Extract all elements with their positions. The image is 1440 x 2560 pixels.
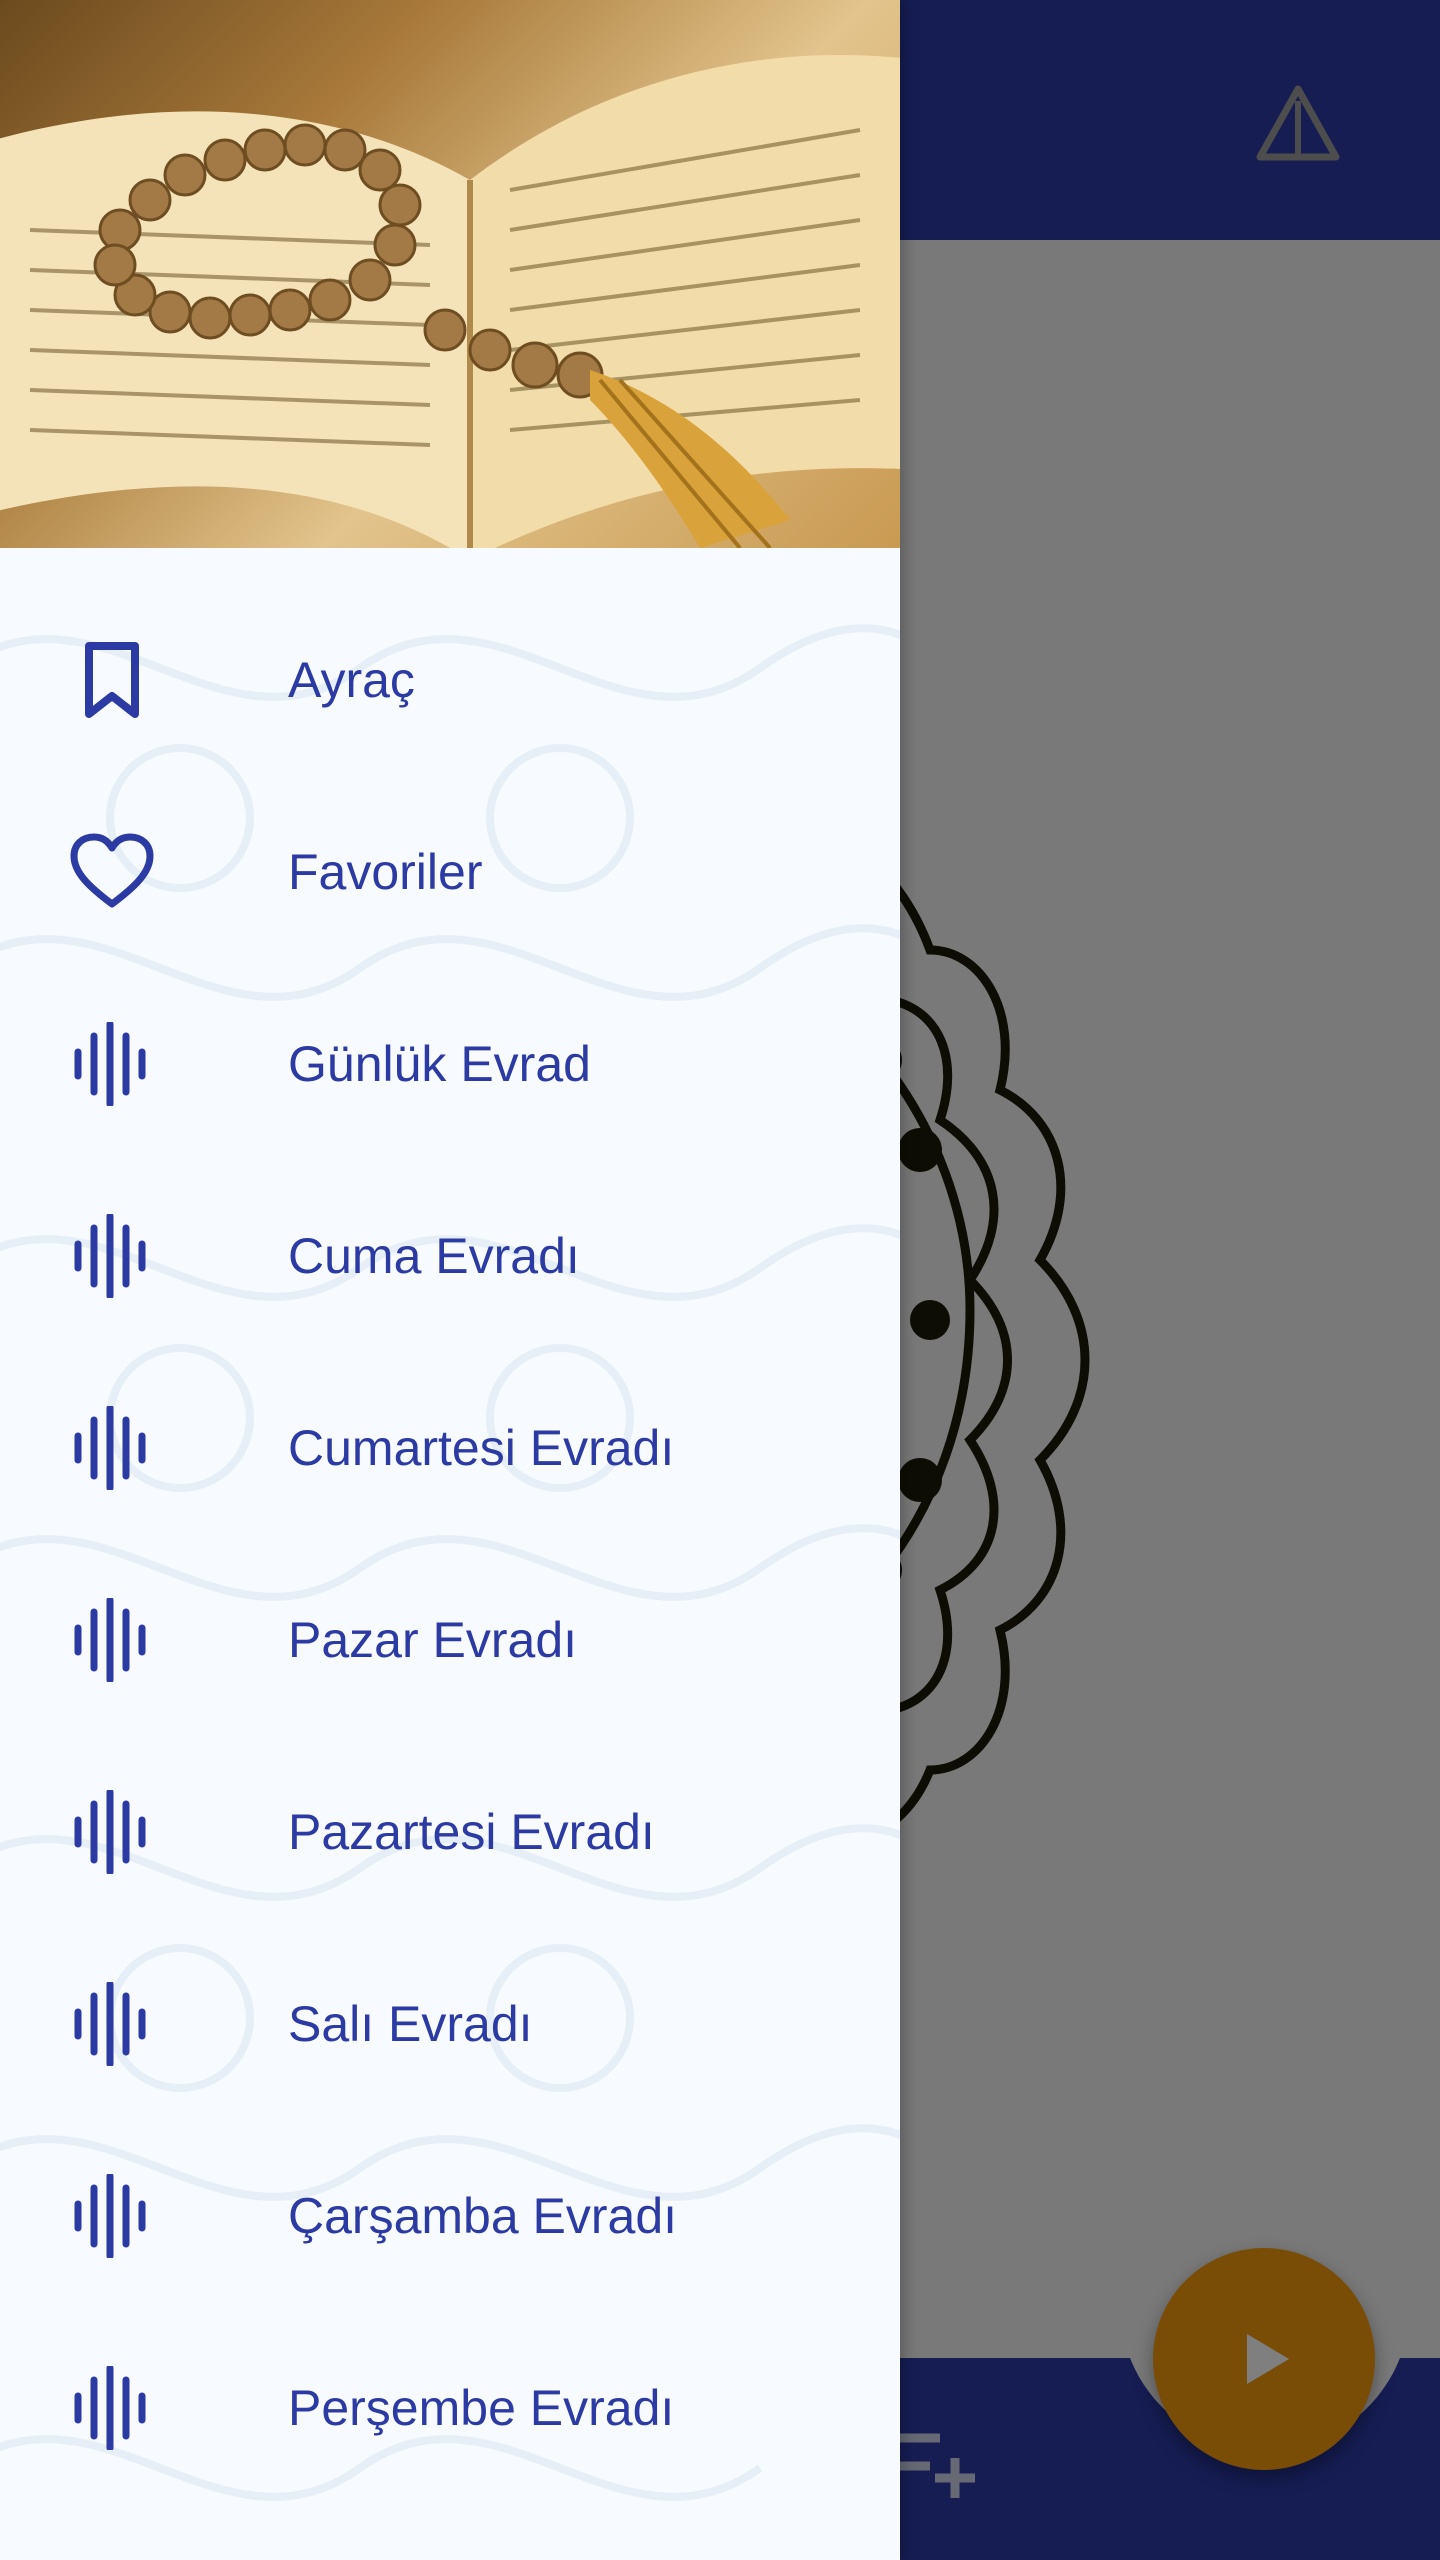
menu-item-sali-evradi[interactable]: Salı Evradı bbox=[0, 1928, 900, 2120]
menu-item-pazar-evradi[interactable]: Pazar Evradı bbox=[0, 1544, 900, 1736]
menu-item-pazartesi-evradi[interactable]: Pazartesi Evradı bbox=[0, 1736, 900, 1928]
menu-item-cumartesi-evradi[interactable]: Cumartesi Evradı bbox=[0, 1352, 900, 1544]
menu-item-label: Perşembe Evradı bbox=[288, 2380, 675, 2436]
menu-item-ayrac[interactable]: Ayraç bbox=[0, 584, 900, 776]
audio-wave-icon bbox=[62, 1206, 162, 1306]
menu-item-cuma-evradi[interactable]: Cuma Evradı bbox=[0, 1160, 900, 1352]
menu-item-label: Cumartesi Evradı bbox=[288, 1420, 675, 1476]
menu-item-gunluk-evrad[interactable]: Günlük Evrad bbox=[0, 968, 900, 1160]
audio-wave-icon bbox=[62, 1974, 162, 2074]
menu-item-label: Cuma Evradı bbox=[288, 1228, 580, 1284]
drawer-header-image bbox=[0, 0, 900, 548]
menu-item-favoriler[interactable]: Favoriler bbox=[0, 776, 900, 968]
navigation-drawer: Ayraç Favoriler Günlük Evrad Cuma Evradı… bbox=[0, 0, 900, 2560]
menu-item-label: Favoriler bbox=[288, 844, 483, 900]
drawer-menu: Ayraç Favoriler Günlük Evrad Cuma Evradı… bbox=[0, 548, 900, 2504]
menu-item-label: Pazartesi Evradı bbox=[288, 1804, 655, 1860]
menu-item-label: Günlük Evrad bbox=[288, 1036, 591, 1092]
menu-item-label: Pazar Evradı bbox=[288, 1612, 578, 1668]
heart-icon bbox=[62, 822, 162, 922]
menu-item-carsamba-evradi[interactable]: Çarşamba Evradı bbox=[0, 2120, 900, 2312]
menu-item-persembe-evradi[interactable]: Perşembe Evradı bbox=[0, 2312, 900, 2504]
menu-item-label: Ayraç bbox=[288, 652, 415, 708]
audio-wave-icon bbox=[62, 1782, 162, 1882]
audio-wave-icon bbox=[62, 1590, 162, 1690]
audio-wave-icon bbox=[62, 1398, 162, 1498]
audio-wave-icon bbox=[62, 1014, 162, 1114]
menu-item-label: Salı Evradı bbox=[288, 1996, 533, 2052]
app-screen: Ayraç Favoriler Günlük Evrad Cuma Evradı… bbox=[0, 0, 1440, 2560]
bookmark-icon bbox=[62, 630, 162, 730]
audio-wave-icon bbox=[62, 2358, 162, 2458]
audio-wave-icon bbox=[62, 2166, 162, 2266]
menu-item-label: Çarşamba Evradı bbox=[288, 2188, 678, 2244]
